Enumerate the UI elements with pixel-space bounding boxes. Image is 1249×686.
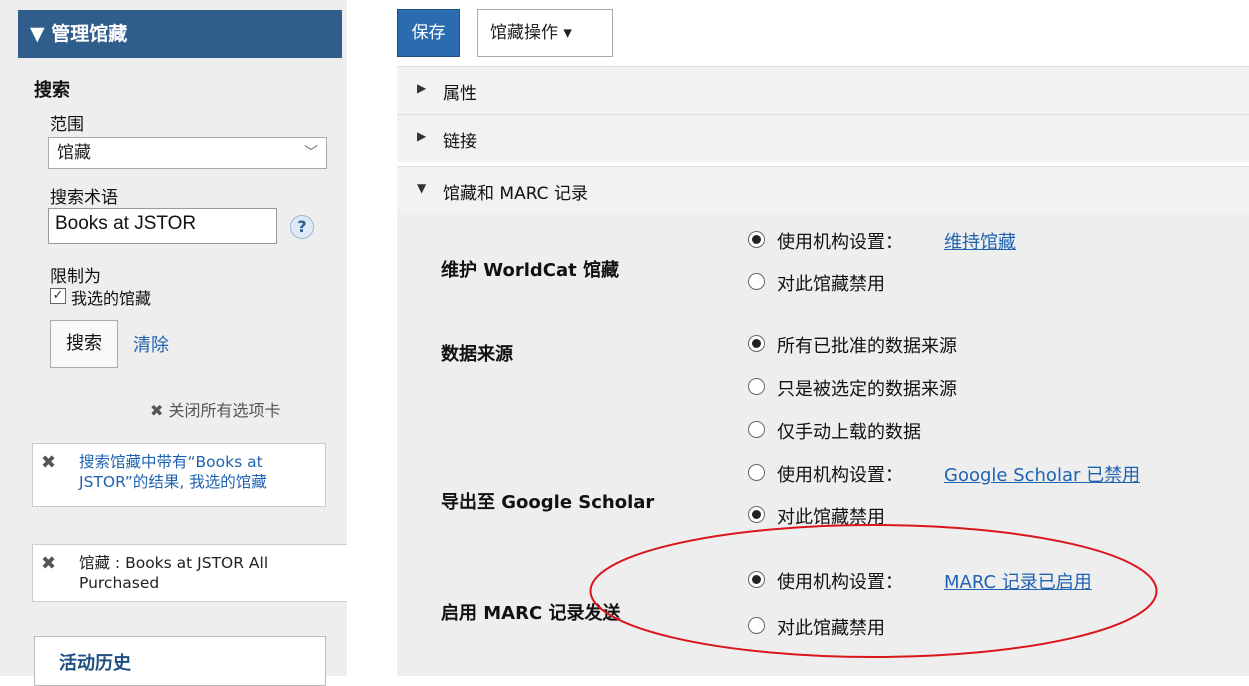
close-icon[interactable]: ✖ <box>41 553 56 574</box>
section-label: 属性 <box>443 84 477 104</box>
triangle-right-icon: ▶ <box>417 129 427 143</box>
card-line: 馆藏 : Books at JSTOR All <box>79 554 269 572</box>
field-label-maintain: 维护 WorldCat 馆藏 <box>441 260 620 281</box>
clear-link[interactable]: 清除 <box>133 331 169 357</box>
option-text: 仅手动上载的数据 <box>777 422 921 443</box>
sidebar-header[interactable]: ▼ 管理馆藏 <box>18 10 342 58</box>
annotation-oval <box>589 524 1158 658</box>
section-label: 链接 <box>443 132 477 152</box>
chevron-down-icon: ﹀ <box>304 145 318 161</box>
option-text: 使用机构设置： <box>777 465 903 486</box>
term-label: 搜索术语 <box>50 188 118 208</box>
search-button[interactable]: 搜索 <box>50 320 118 368</box>
collection-card[interactable]: ✖ 馆藏 : Books at JSTOR All Purchased <box>32 544 347 602</box>
option-text: 使用机构设置： <box>777 232 903 253</box>
save-button[interactable]: 保存 <box>397 9 460 57</box>
section-holdings-marc[interactable]: ▼ 馆藏和 MARC 记录 <box>397 166 1249 214</box>
limit-checkbox-label: 我选的馆藏 <box>71 289 152 308</box>
close-all-tabs-link[interactable]: ✖ 关闭所有选项卡 <box>150 397 281 421</box>
collection-actions-dropdown[interactable]: 馆藏操作 ▾ <box>477 9 613 57</box>
radio-maintain-disable[interactable] <box>748 273 765 290</box>
search-term-input[interactable]: Books at JSTOR <box>48 208 277 244</box>
card-line: Purchased <box>79 574 160 592</box>
scholar-disabled-link[interactable]: Google Scholar 已禁用 <box>944 461 1140 487</box>
card-line: 搜索馆藏中带有“Books at <box>79 453 263 471</box>
activity-history-button[interactable]: 活动历史 <box>34 636 326 686</box>
help-icon[interactable]: ? <box>290 215 314 239</box>
close-icon[interactable]: ✖ <box>41 452 56 473</box>
section-links[interactable]: ▶ 链接 <box>397 114 1249 162</box>
scope-value: 馆藏 <box>57 143 91 163</box>
option-text: 所有已批准的数据来源 <box>777 336 957 357</box>
search-heading: 搜索 <box>34 80 70 101</box>
section-label: 馆藏和 MARC 记录 <box>443 184 588 204</box>
card-line: JSTOR”的结果, 我选的馆藏 <box>79 473 267 491</box>
radio-source-manual[interactable] <box>748 421 765 438</box>
close-icon: ✖ <box>150 401 164 420</box>
triangle-right-icon: ▶ <box>417 81 427 95</box>
option-text: 只是被选定的数据来源 <box>777 379 957 400</box>
option-text: 对此馆藏禁用 <box>777 274 885 295</box>
close-all-label: 关闭所有选项卡 <box>168 401 281 420</box>
sidebar: ▼ 管理馆藏 搜索 范围 馆藏 ﹀ 搜索术语 Books at JSTOR ? … <box>0 0 347 686</box>
radio-scholar-disable[interactable] <box>748 506 765 523</box>
radio-scholar-institution[interactable] <box>748 464 765 481</box>
maintain-holdings-link[interactable]: 维持馆藏 <box>944 228 1016 254</box>
scope-select[interactable]: 馆藏 ﹀ <box>48 137 327 169</box>
radio-source-selected[interactable] <box>748 378 765 395</box>
field-label-source: 数据来源 <box>441 344 513 365</box>
field-label-scholar: 导出至 Google Scholar <box>441 492 655 513</box>
triangle-down-icon: ▼ <box>417 181 427 195</box>
limit-checkbox[interactable]: ✓ <box>50 288 66 304</box>
section-properties[interactable]: ▶ 属性 <box>397 66 1249 114</box>
limit-label: 限制为 <box>50 267 101 287</box>
radio-source-all[interactable] <box>748 335 765 352</box>
search-result-card[interactable]: ✖ 搜索馆藏中带有“Books at JSTOR”的结果, 我选的馆藏 <box>32 443 326 507</box>
scope-label: 范围 <box>50 115 84 135</box>
radio-maintain-institution[interactable] <box>748 231 765 248</box>
